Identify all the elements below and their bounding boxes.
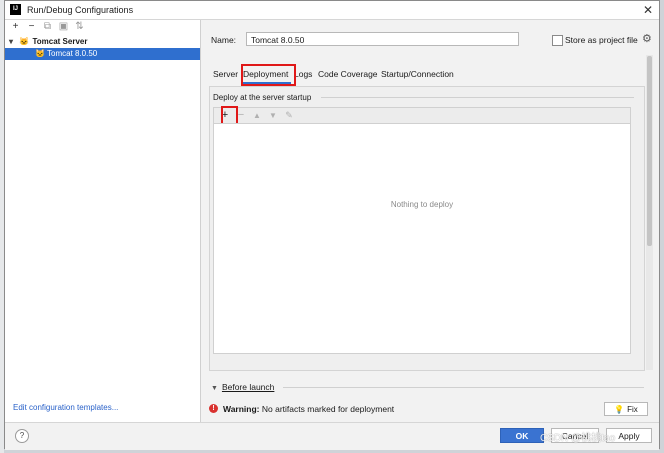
warning-text: No artifacts marked for deployment xyxy=(261,404,395,414)
title-bar: IJ Run/Debug Configurations ✕ xyxy=(5,1,659,20)
copy-icon[interactable]: ⧉ xyxy=(41,21,54,33)
deployment-tab-highlight xyxy=(241,64,296,86)
name-field[interactable]: Tomcat 8.0.50 xyxy=(246,32,519,46)
window-title: Run/Debug Configurations xyxy=(27,5,134,15)
empty-state-text: Nothing to deploy xyxy=(390,200,454,209)
store-as-project-checkbox[interactable] xyxy=(552,35,563,46)
minus-icon[interactable]: − xyxy=(25,21,38,33)
before-launch-label: Before launch xyxy=(221,382,275,392)
tab-server[interactable]: Server xyxy=(213,69,238,79)
run-debug-dialog: IJ Run/Debug Configurations ✕ + − ⧉ ▣ ⇅ … xyxy=(4,0,660,450)
deploy-group-title: Deploy at the server startup xyxy=(213,93,312,102)
tree-item-label: Tomcat 8.0.50 xyxy=(47,49,98,58)
config-editor-panel: Name: Tomcat 8.0.50 Store as project fil… xyxy=(201,20,659,422)
before-launch-divider xyxy=(283,387,644,388)
config-tree-panel: + − ⧉ ▣ ⇅ ▾ 🐱 Tomcat Server 🐱 Tomcat 8.0… xyxy=(5,20,201,422)
error-icon: ! xyxy=(209,404,218,413)
move-up-icon[interactable]: ▲ xyxy=(250,109,264,122)
intellij-icon: IJ xyxy=(10,4,21,15)
tree-toolbar: + − ⧉ ▣ ⇅ xyxy=(5,20,200,34)
name-label: Name: xyxy=(211,35,237,45)
chevron-down-icon[interactable]: ▾ xyxy=(9,36,17,48)
plus-icon[interactable]: + xyxy=(9,21,22,33)
edit-icon[interactable]: ✎ xyxy=(282,109,296,122)
deploy-toolbar: + − ▲ ▼ ✎ xyxy=(213,107,631,123)
tree-group-label: Tomcat Server xyxy=(32,37,88,46)
watermark: CSDN @桃桃tao xyxy=(540,433,616,444)
help-button[interactable]: ? xyxy=(15,429,29,443)
tab-logs[interactable]: Logs xyxy=(294,69,312,79)
scrollbar-thumb[interactable] xyxy=(647,56,652,246)
folder-icon[interactable]: ▣ xyxy=(57,21,70,33)
tab-code-coverage[interactable]: Code Coverage xyxy=(318,69,378,79)
warning-message: Warning: No artifacts marked for deploym… xyxy=(223,404,394,414)
tree-group-tomcat-server[interactable]: ▾ 🐱 Tomcat Server xyxy=(5,36,200,48)
edit-templates-link[interactable]: Edit configuration templates... xyxy=(13,403,118,412)
deploy-list[interactable]: Nothing to deploy xyxy=(213,123,631,354)
fix-button[interactable]: 💡 Fix xyxy=(604,402,648,416)
tomcat-icon: 🐱 xyxy=(35,49,45,58)
tab-startup-connection[interactable]: Startup/Connection xyxy=(381,69,454,79)
tree-item-tomcat-config[interactable]: 🐱 Tomcat 8.0.50 xyxy=(5,48,200,60)
before-launch-section[interactable]: ▼ Before launch xyxy=(211,382,274,392)
lightbulb-icon: 💡 xyxy=(614,405,625,414)
chevron-down-icon[interactable]: ▼ xyxy=(211,385,218,392)
group-divider xyxy=(321,97,634,98)
tomcat-icon: 🐱 xyxy=(19,37,30,46)
close-icon[interactable]: ✕ xyxy=(643,3,653,17)
gear-icon[interactable]: ⚙ xyxy=(642,32,652,45)
move-down-icon[interactable]: ▼ xyxy=(266,109,280,122)
fix-label: Fix xyxy=(627,405,638,414)
ok-button[interactable]: OK xyxy=(500,428,544,443)
store-as-project-label: Store as project file xyxy=(565,35,638,45)
sort-icon[interactable]: ⇅ xyxy=(73,21,86,33)
warning-label: Warning: xyxy=(223,404,260,414)
